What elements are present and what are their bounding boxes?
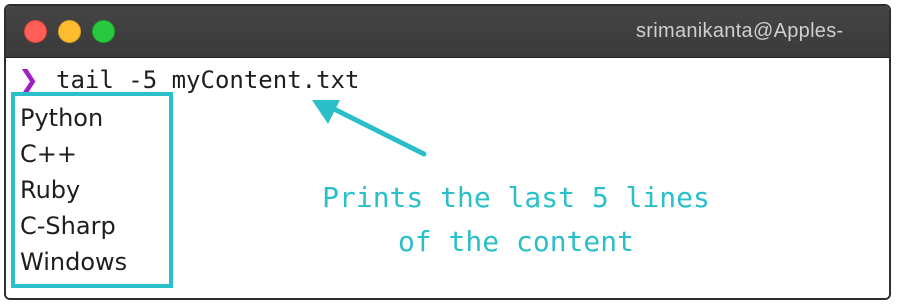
title-bar: srimanikanta@Apples-	[6, 6, 889, 58]
terminal-content[interactable]: ❯ tail -5 myContent.txt Python C++ Ruby …	[6, 58, 889, 298]
window-title: srimanikanta@Apples-	[636, 20, 844, 42]
maximize-dot-icon[interactable]	[92, 20, 115, 43]
highlight-box	[11, 92, 173, 288]
terminal-window: srimanikanta@Apples- ❯ tail -5 myContent…	[4, 4, 891, 300]
annotation-text: Prints the last 5 lines of the content	[296, 176, 736, 264]
annotation-line: Prints the last 5 lines	[322, 181, 710, 214]
minimize-dot-icon[interactable]	[58, 20, 81, 43]
close-dot-icon[interactable]	[24, 20, 47, 43]
prompt-symbol: ❯	[18, 65, 39, 94]
annotation-line: of the content	[397, 225, 634, 258]
command-text: tail -5 myContent.txt	[56, 66, 360, 94]
arrow-icon	[312, 100, 427, 157]
